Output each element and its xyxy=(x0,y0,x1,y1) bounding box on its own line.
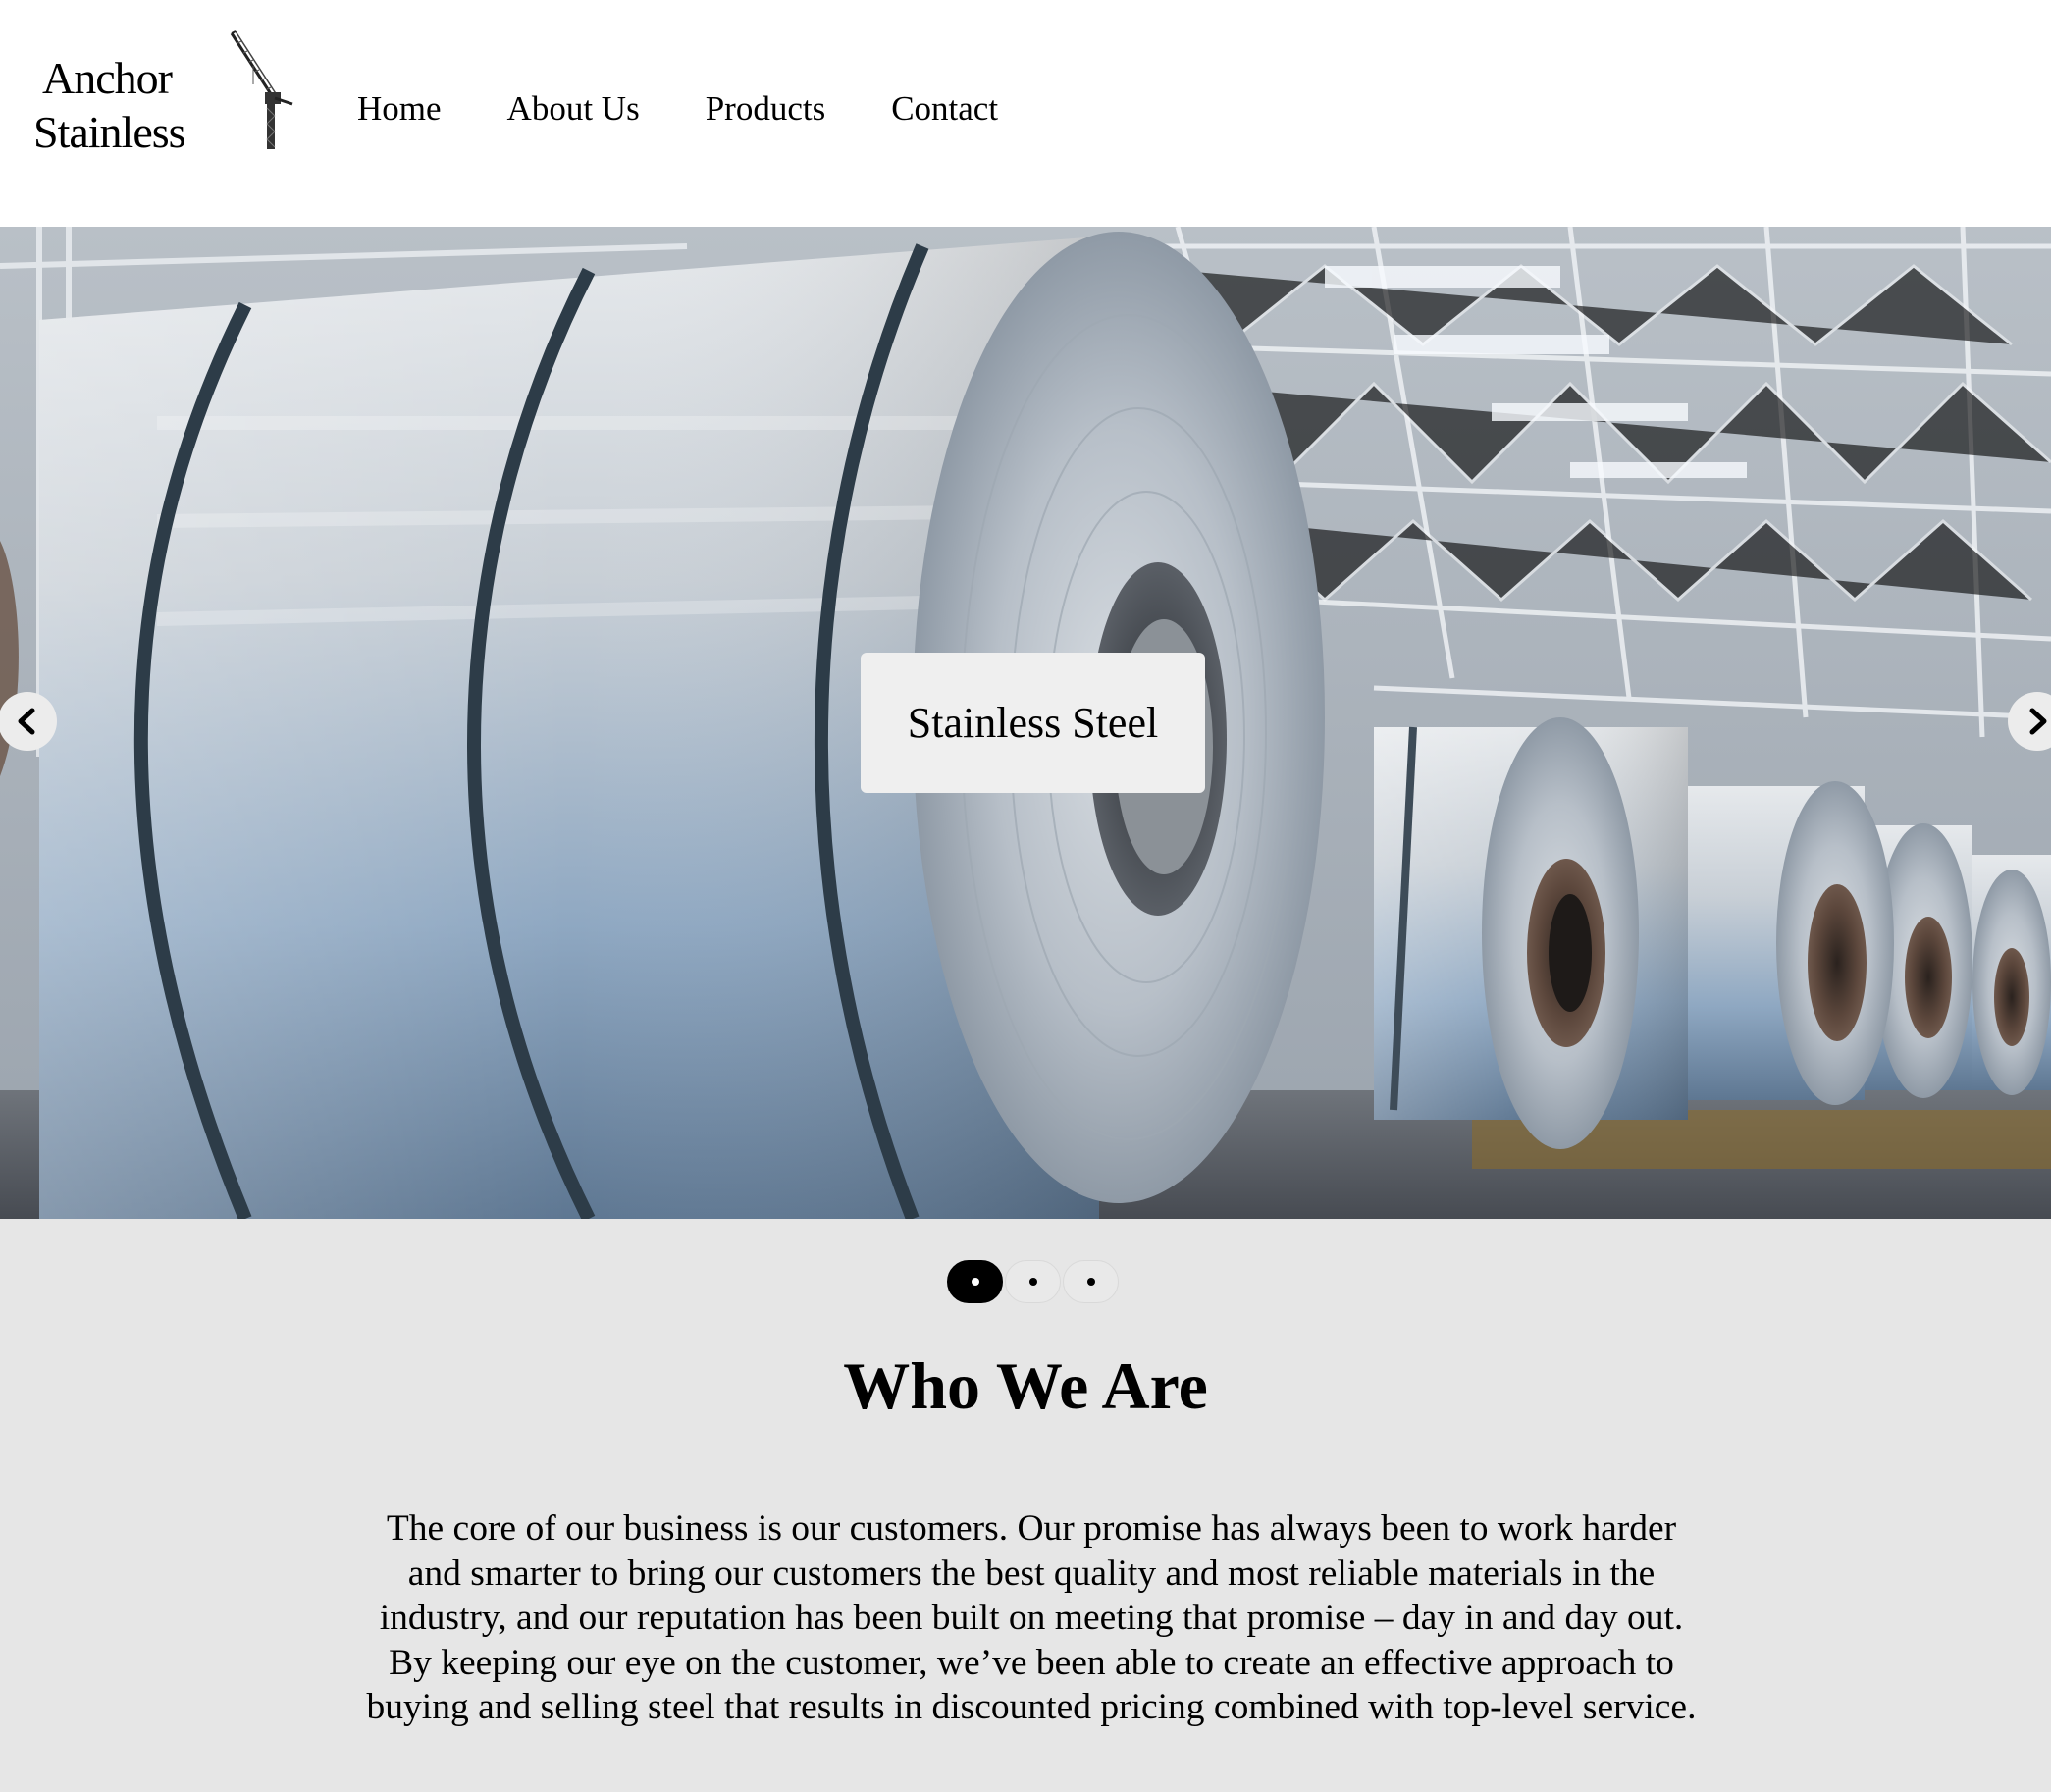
slider-dots xyxy=(947,1260,1119,1303)
nav-about-us[interactable]: About Us xyxy=(507,86,640,132)
main-nav: Home About Us Products Contact xyxy=(357,86,1064,132)
dot-pip xyxy=(1028,1278,1037,1286)
hero-caption: Stainless Steel xyxy=(861,653,1205,793)
nav-home[interactable]: Home xyxy=(357,86,442,132)
logo-line-1: Anchor xyxy=(42,53,173,103)
dot-pip xyxy=(971,1278,979,1286)
site-header: Anchor Stainless Home About Us Products … xyxy=(0,0,2051,227)
crane-icon xyxy=(230,30,293,149)
slider-dot-1[interactable] xyxy=(947,1260,1003,1303)
section-title: Who We Are xyxy=(843,1348,1208,1423)
logo-text: Anchor Stainless xyxy=(33,51,186,159)
nav-products[interactable]: Products xyxy=(706,86,826,132)
hero-slider: Stainless Steel xyxy=(0,227,2051,1219)
dot-pip xyxy=(1086,1278,1095,1286)
slider-dot-2[interactable] xyxy=(1005,1260,1061,1303)
chevron-right-icon xyxy=(2029,708,2047,735)
logo-line-2: Stainless xyxy=(33,107,186,157)
section-body: The core of our business is our customer… xyxy=(366,1508,1697,1727)
chevron-left-icon xyxy=(18,708,35,735)
nav-contact[interactable]: Contact xyxy=(891,86,998,132)
slider-dot-3[interactable] xyxy=(1063,1260,1119,1303)
slider-prev-button[interactable] xyxy=(0,692,57,751)
logo[interactable]: Anchor Stainless xyxy=(33,29,293,159)
